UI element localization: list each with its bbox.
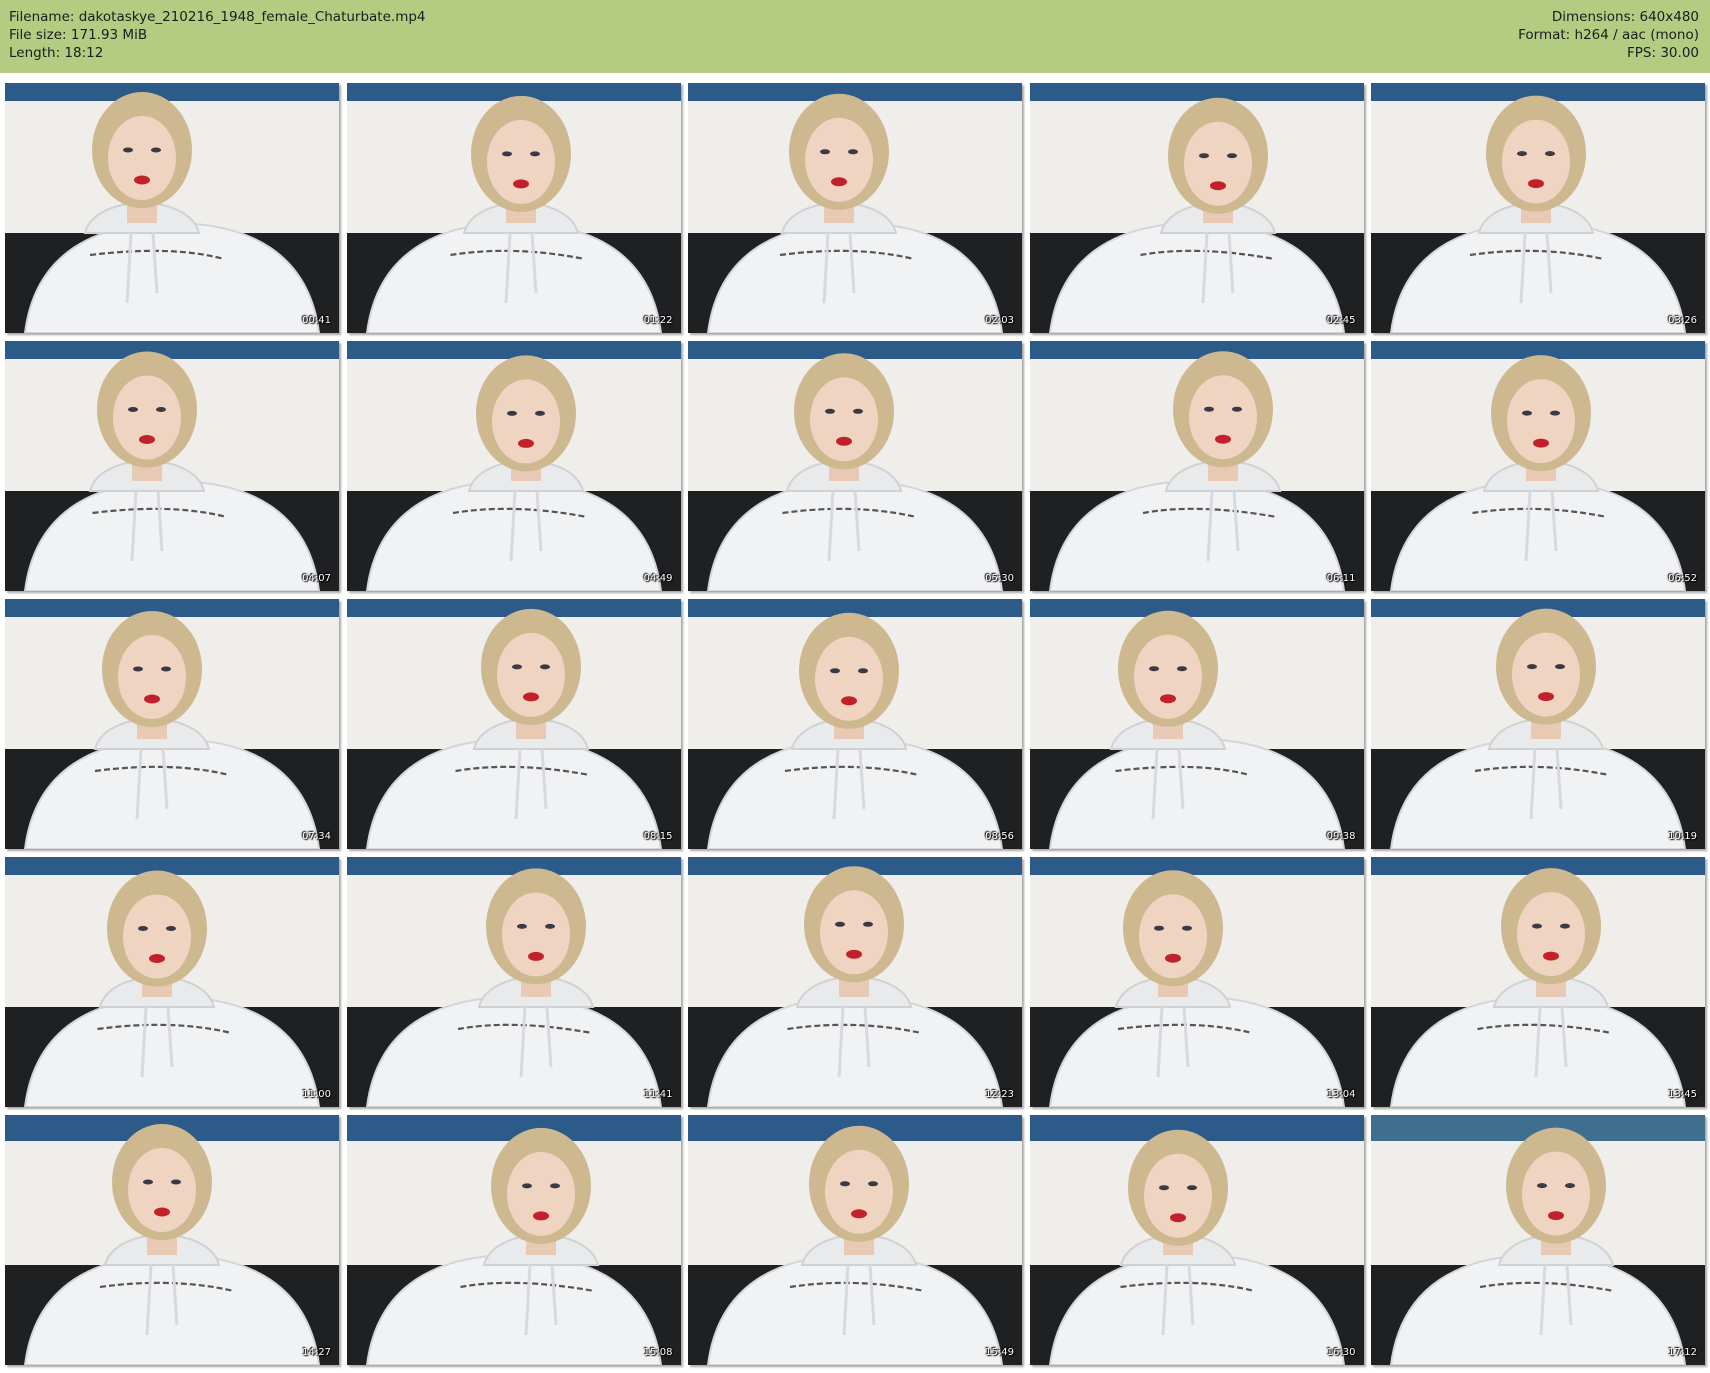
video-thumbnail: 13:04 bbox=[1029, 857, 1364, 1107]
frame-image bbox=[1371, 1115, 1705, 1365]
frame-timestamp: 16:30 bbox=[1326, 1347, 1356, 1358]
frame-timestamp: 08:15 bbox=[643, 831, 673, 842]
video-thumbnail: 07:34 bbox=[5, 599, 339, 849]
frame-timestamp: 08:56 bbox=[985, 831, 1014, 842]
video-thumbnail: 02:45 bbox=[1029, 83, 1364, 333]
frame-image bbox=[1029, 857, 1364, 1107]
frame-image bbox=[346, 857, 681, 1107]
frame-image bbox=[5, 341, 339, 591]
video-thumbnail: 04:07 bbox=[5, 341, 339, 591]
frame-timestamp: 04:49 bbox=[643, 573, 673, 584]
frame-timestamp: 05:30 bbox=[985, 573, 1014, 584]
frame-timestamp: 02:03 bbox=[985, 315, 1014, 326]
video-thumbnail: 14:27 bbox=[5, 1115, 339, 1365]
frame-image bbox=[1029, 83, 1364, 333]
frame-image bbox=[688, 599, 1022, 849]
frame-image bbox=[1029, 599, 1364, 849]
frame-image bbox=[1371, 857, 1705, 1107]
frame-timestamp: 10:19 bbox=[1668, 831, 1697, 842]
video-thumbnail: 17:12 bbox=[1371, 1115, 1705, 1365]
frame-image bbox=[1371, 599, 1705, 849]
video-thumbnail: 04:49 bbox=[346, 341, 681, 591]
video-thumbnail: 06:11 bbox=[1029, 341, 1364, 591]
video-thumbnail: 00:41 bbox=[5, 83, 339, 333]
frame-image bbox=[5, 83, 339, 333]
frame-timestamp: 04:07 bbox=[302, 573, 331, 584]
frame-image bbox=[5, 857, 339, 1107]
video-thumbnail: 06:52 bbox=[1371, 341, 1705, 591]
frame-image bbox=[5, 1115, 339, 1365]
frame-timestamp: 13:45 bbox=[1668, 1089, 1697, 1100]
video-thumbnail: 15:08 bbox=[346, 1115, 681, 1365]
video-thumbnail: 08:15 bbox=[346, 599, 681, 849]
frame-timestamp: 06:11 bbox=[1326, 573, 1356, 584]
video-thumbnail: 11:41 bbox=[346, 857, 681, 1107]
length-text: Length: 18:12 bbox=[9, 45, 104, 61]
frame-timestamp: 06:52 bbox=[1668, 573, 1697, 584]
video-thumbnail: 09:38 bbox=[1029, 599, 1364, 849]
frame-timestamp: 14:27 bbox=[302, 1347, 331, 1358]
video-thumbnail: 05:30 bbox=[688, 341, 1022, 591]
frame-timestamp: 15:49 bbox=[985, 1347, 1014, 1358]
frame-timestamp: 00:41 bbox=[302, 315, 331, 326]
format-text: Format: h264 / aac (mono) bbox=[1518, 27, 1699, 43]
frame-timestamp: 15:08 bbox=[643, 1347, 673, 1358]
frame-image bbox=[688, 1115, 1022, 1365]
frame-image bbox=[1029, 1115, 1364, 1365]
info-header: Filename: dakotaskye_210216_1948_female_… bbox=[0, 0, 1710, 73]
video-thumbnail: 13:45 bbox=[1371, 857, 1705, 1107]
frame-image bbox=[1371, 341, 1705, 591]
frame-timestamp: 11:41 bbox=[643, 1089, 673, 1100]
fps-text: FPS: 30.00 bbox=[1627, 45, 1699, 61]
frame-image bbox=[688, 341, 1022, 591]
frame-timestamp: 17:12 bbox=[1668, 1347, 1697, 1358]
video-thumbnail: 01:22 bbox=[346, 83, 681, 333]
video-thumbnail: 16:30 bbox=[1029, 1115, 1364, 1365]
frame-timestamp: 13:04 bbox=[1326, 1089, 1356, 1100]
video-thumbnail: 15:49 bbox=[688, 1115, 1022, 1365]
frame-timestamp: 12:23 bbox=[985, 1089, 1014, 1100]
frame-image bbox=[1029, 341, 1364, 591]
frame-timestamp: 03:26 bbox=[1668, 315, 1697, 326]
frame-timestamp: 11:00 bbox=[302, 1089, 331, 1100]
frame-image bbox=[346, 599, 681, 849]
thumbnail-grid: 00:41 01:22 02:03 02:45 03:26 04:07 04:49 05:30… bbox=[5, 83, 1705, 1369]
video-thumbnail: 10:19 bbox=[1371, 599, 1705, 849]
frame-image bbox=[688, 83, 1022, 333]
stream-info: Dimensions: 640x480 Format: h264 / aac (… bbox=[1518, 8, 1699, 62]
frame-timestamp: 09:38 bbox=[1326, 831, 1356, 842]
frame-image bbox=[1371, 83, 1705, 333]
frame-image bbox=[346, 83, 681, 333]
frame-image bbox=[5, 599, 339, 849]
frame-timestamp: 07:34 bbox=[302, 831, 331, 842]
dimensions-text: Dimensions: 640x480 bbox=[1551, 9, 1699, 25]
video-thumbnail: 02:03 bbox=[688, 83, 1022, 333]
frame-image bbox=[346, 1115, 681, 1365]
frame-timestamp: 02:45 bbox=[1326, 315, 1356, 326]
frame-image bbox=[346, 341, 681, 591]
video-thumbnail: 03:26 bbox=[1371, 83, 1705, 333]
video-thumbnail: 12:23 bbox=[688, 857, 1022, 1107]
filename-text: Filename: dakotaskye_210216_1948_female_… bbox=[9, 9, 426, 25]
filesize-text: File size: 171.93 MiB bbox=[9, 27, 148, 43]
frame-image bbox=[688, 857, 1022, 1107]
video-thumbnail: 08:56 bbox=[688, 599, 1022, 849]
video-thumbnail: 11:00 bbox=[5, 857, 339, 1107]
file-info: Filename: dakotaskye_210216_1948_female_… bbox=[9, 8, 426, 62]
frame-timestamp: 01:22 bbox=[643, 315, 673, 326]
